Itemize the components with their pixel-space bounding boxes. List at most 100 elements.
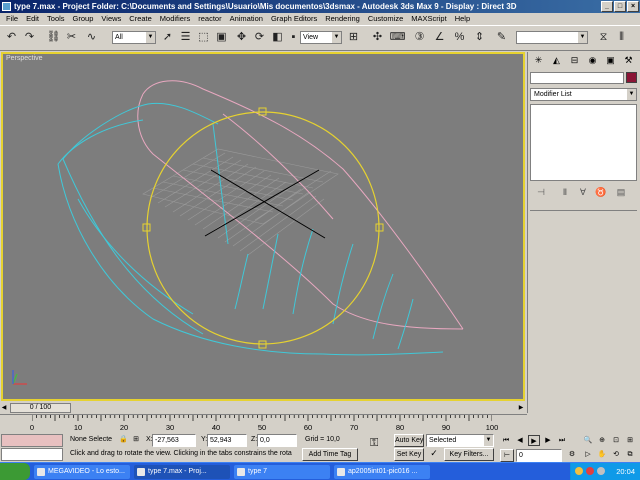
taskbar-item-3dsmax[interactable]: type 7.max - Proj... [134, 465, 230, 479]
bind-to-space-warp-icon[interactable]: ∿ [84, 30, 99, 45]
modifier-list-dropdown[interactable]: Modifier List ▼ [530, 88, 637, 101]
named-selection-sets-dropdown[interactable]: ▼ [516, 31, 588, 44]
go-to-end-icon[interactable]: ⏭ [556, 435, 568, 446]
perspective-viewport[interactable]: Perspective [1, 52, 525, 401]
pin-stack-icon[interactable]: ⊣ [534, 185, 548, 199]
maximize-viewport-icon[interactable]: ⧉ [624, 449, 636, 460]
zoom-icon[interactable]: 🔍 [582, 435, 594, 446]
object-name-field[interactable] [530, 72, 624, 84]
make-unique-icon[interactable]: ∀ [576, 185, 590, 199]
menu-rendering[interactable]: Rendering [321, 13, 364, 25]
menu-help[interactable]: Help [451, 13, 474, 25]
taskbar-item-type7[interactable]: type 7 [234, 465, 330, 479]
y-coordinate-field[interactable]: 52,943 [207, 434, 247, 447]
tray-icon[interactable] [575, 467, 583, 475]
field-of-view-icon[interactable]: ▷ [582, 449, 594, 460]
menu-graph-editors[interactable]: Graph Editors [267, 13, 321, 25]
window-crossing-icon[interactable]: ▣ [214, 30, 229, 45]
taskbar-item-image[interactable]: ap2005int01-pic016 ... [334, 465, 430, 479]
set-key-button[interactable]: Set Key [394, 448, 424, 461]
mirror-icon[interactable]: ⧖ [596, 30, 611, 45]
current-frame-field[interactable]: 0 [516, 449, 562, 462]
select-object-icon[interactable]: ➚ [160, 30, 175, 45]
select-and-manipulate-toggle-icon[interactable]: ✣ [370, 30, 385, 45]
arc-rotate-icon[interactable]: ⟲ [610, 449, 622, 460]
menu-views[interactable]: Views [97, 13, 125, 25]
menu-tools[interactable]: Tools [43, 13, 69, 25]
create-tab-icon[interactable]: ✳ [532, 54, 545, 67]
menu-customize[interactable]: Customize [364, 13, 407, 25]
menu-file[interactable]: File [2, 13, 22, 25]
undo-icon[interactable]: ↶ [4, 30, 19, 45]
lock-selection-icon[interactable]: 🔒 [117, 434, 127, 447]
percent-snap-icon[interactable]: % [452, 30, 467, 45]
select-and-rotate-icon[interactable]: ⟳ [252, 30, 267, 45]
motion-tab-icon[interactable]: ◉ [586, 54, 599, 67]
modifier-stack[interactable] [530, 104, 637, 181]
menu-group[interactable]: Group [69, 13, 98, 25]
previous-frame-icon[interactable]: ◀ [514, 435, 526, 446]
time-slider[interactable]: ◀ 0 / 100 ▶ [0, 402, 525, 414]
unlink-selection-icon[interactable]: ✂ [64, 30, 79, 45]
select-and-move-icon[interactable]: ✥ [234, 30, 249, 45]
track-bar[interactable]: 0 10 20 30 40 50 60 70 80 90 100 [0, 414, 527, 432]
named-selection-edit-icon[interactable]: ✎ [494, 30, 509, 45]
taskbar-item-megavideo[interactable]: MEGAVIDEO - Lo esto... [34, 465, 130, 479]
maximize-button[interactable]: □ [614, 1, 626, 12]
zoom-all-icon[interactable]: ⊕ [596, 435, 608, 446]
absolute-mode-icon[interactable]: ⊞ [129, 434, 143, 447]
angle-snap-icon[interactable]: ∠ [432, 30, 447, 45]
modify-tab-icon[interactable]: ◭ [550, 54, 563, 67]
default-tangent-icon[interactable]: ✓ [426, 448, 442, 461]
utilities-tab-icon[interactable]: ⚒ [622, 54, 635, 67]
select-and-scale-icon[interactable]: ◧ [270, 30, 285, 45]
minimize-button[interactable]: _ [601, 1, 613, 12]
play-icon[interactable]: ▶ [528, 435, 540, 446]
tray-icon[interactable] [597, 467, 605, 475]
snaps-toggle-icon[interactable]: ③ [412, 30, 427, 45]
select-and-link-icon[interactable]: ⛓ [46, 30, 61, 45]
zoom-extents-icon[interactable]: ⊡ [610, 435, 622, 446]
x-coordinate-field[interactable]: -27,563 [152, 434, 196, 447]
reference-coordinate-dropdown[interactable]: View ▼ [300, 31, 342, 44]
select-and-manipulate-icon[interactable]: ▪ [286, 30, 301, 45]
chevron-left-icon[interactable]: ◀ [0, 403, 8, 413]
spinner-snap-icon[interactable]: ⇕ [472, 30, 487, 45]
menu-animation[interactable]: Animation [226, 13, 267, 25]
menu-create[interactable]: Create [125, 13, 156, 25]
align-icon[interactable]: ⫴ [614, 30, 629, 45]
chevron-right-icon[interactable]: ▶ [517, 403, 525, 413]
key-filters-button[interactable]: Key Filters... [444, 448, 494, 461]
zoom-extents-all-icon[interactable]: ⊞ [624, 435, 636, 446]
menu-maxscript[interactable]: MAXScript [407, 13, 450, 25]
close-button[interactable]: × [627, 1, 639, 12]
auto-key-button[interactable]: Auto Key [394, 434, 424, 447]
tray-icon[interactable] [586, 467, 594, 475]
configure-modifier-sets-icon[interactable]: ▤ [614, 185, 628, 199]
key-selection-dropdown[interactable]: Selected ▼ [426, 434, 494, 447]
show-end-result-icon[interactable]: Ⅱ [558, 185, 572, 199]
menu-modifiers[interactable]: Modifiers [156, 13, 194, 25]
time-configuration-icon[interactable]: ⚙ [566, 449, 578, 460]
object-color-swatch[interactable] [626, 72, 637, 83]
go-to-start-icon[interactable]: ⏮ [500, 435, 512, 446]
display-tab-icon[interactable]: ▣ [604, 54, 617, 67]
next-frame-icon[interactable]: ▶ [542, 435, 554, 446]
menu-edit[interactable]: Edit [22, 13, 43, 25]
z-coordinate-field[interactable]: 0,0 [257, 434, 297, 447]
menu-reactor[interactable]: reactor [194, 13, 225, 25]
select-by-name-icon[interactable]: ☰ [178, 30, 193, 45]
pan-view-icon[interactable]: ✋ [596, 449, 608, 460]
rectangular-selection-icon[interactable]: ⬚ [196, 30, 211, 45]
time-slider-thumb[interactable]: 0 / 100 [10, 403, 71, 413]
maxscript-input-mini[interactable] [1, 448, 63, 461]
selection-filter-dropdown[interactable]: All ▼ [112, 31, 156, 44]
redo-icon[interactable]: ↷ [22, 30, 37, 45]
use-pivot-center-icon[interactable]: ⊞ [346, 30, 361, 45]
remove-modifier-icon[interactable]: ♉ [594, 185, 608, 199]
add-time-tag-button[interactable]: Add Time Tag [302, 448, 358, 461]
maxscript-listener-mini[interactable] [1, 434, 63, 447]
key-mode-toggle-icon[interactable]: ⊢ [500, 449, 514, 462]
hierarchy-tab-icon[interactable]: ⊟ [568, 54, 581, 67]
keyboard-shortcut-override-icon[interactable]: ⌨ [390, 30, 406, 45]
